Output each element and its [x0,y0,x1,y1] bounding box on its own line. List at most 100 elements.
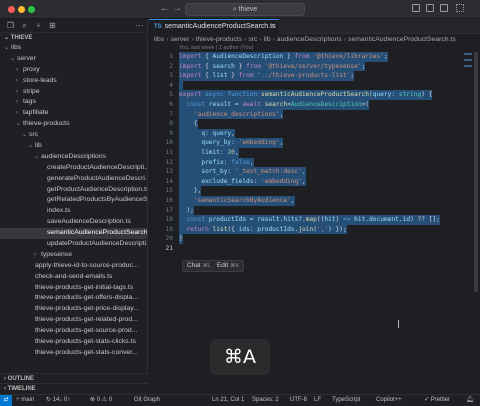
tree-item[interactable]: thieve-products-get-stats-clicks.ts [0,337,147,348]
code-line: 3 import { list } from '../thieve-product… [169,71,355,81]
tree-item[interactable]: thieve-products-get-offers-displa... [0,293,147,304]
code-line: 21 [165,244,173,252]
tab-label: semanticAudienceProductSearch.ts [164,23,276,30]
notifications-icon[interactable]: 🔔︎ [466,395,474,406]
indentation-status[interactable]: Spaces: 2 [252,395,279,406]
code-editor[interactable]: 1 import { AudienceDescription } from '@t… [149,52,480,253]
code-line: 10 query_by: 'embedding', [165,138,284,148]
breadcrumb-item[interactable]: lib [264,36,271,43]
breadcrumb-item[interactable]: src [248,36,257,43]
tree-item[interactable]: index.ts [0,206,147,217]
tree-item[interactable]: ⌄ lib [0,141,147,152]
tree-item-label: stripe [23,87,40,95]
prettier-status[interactable]: ✓ Prettier [424,395,450,406]
explorer-header[interactable]: ⌄ THIEVE [0,33,147,43]
remote-indicator-icon[interactable]: ⇄ [0,395,12,406]
minimize-window-button[interactable] [18,6,25,13]
chevron-right-icon: › [343,36,347,43]
tree-item[interactable]: ⌄ thieve-products [0,119,147,130]
git-graph-button[interactable]: Git Graph [134,395,160,406]
chat-shortcut: ⌘L [202,263,212,269]
breadcrumb-item[interactable]: thieve-products [196,36,242,43]
close-icon[interactable]: × [271,20,275,34]
search-icon[interactable]: ⌕ [20,21,29,30]
tree-item-label: proxy [23,65,40,73]
tree-item[interactable]: check-and-send-emails.ts [0,272,147,283]
tree-item-label: semanticAudienceProductSearch... [47,229,147,237]
toggle-panel-icon[interactable] [426,4,434,12]
extensions-icon[interactable]: ⊞ [48,21,57,30]
vertical-scrollbar[interactable] [474,52,478,292]
outline-section[interactable]: › OUTLINE [0,373,148,383]
tree-item-label: createProductAudienceDescripti... [47,163,147,171]
code-line: 2 import { search } from '@thieve/server/… [169,61,366,72]
branch-status[interactable]: ⑂ main [16,395,34,406]
back-arrow-icon[interactable]: ← [160,3,170,14]
files-icon[interactable]: ❐ [6,21,15,30]
breadcrumb-item[interactable]: libs [154,36,164,43]
tree-item-label: apply-thieve-id-to-source-produc... [35,261,139,269]
tree-item[interactable]: ⌄ src [0,130,147,141]
tree-item[interactable]: semanticAudienceProductSearch... [0,228,147,240]
inline-chat-hint[interactable]: Chat ⌘L Edit ⌘K [182,260,244,272]
tree-item[interactable]: ⌄ audienceDescriptions [0,152,147,163]
tree-item-label: thieve-products-get-stats-clicks.ts [35,338,136,346]
tree-item[interactable]: thieve-products-get-source-prod... [0,326,147,337]
timeline-section[interactable]: › TIMELINE [0,383,148,393]
tree-item[interactable]: › stripe [0,87,147,98]
tab-semantic-audience-product-search[interactable]: TS semanticAudienceProductSearch.ts × [149,19,279,34]
tree-item[interactable]: › store-leads [0,76,147,87]
tree-item[interactable]: thieve-products-get-price-display... [0,304,147,315]
chevron-right-icon: › [16,77,18,84]
tree-item[interactable]: › proxy [0,65,147,76]
tree-item-label: libs [11,44,22,51]
tree-item[interactable]: getProductAudienceDescription.ts [0,185,147,196]
customize-layout-icon[interactable] [456,4,464,12]
tree-item-label: store-leads [23,76,57,84]
tree-item-label: lib [35,142,42,150]
language-mode[interactable]: TypeScript [332,395,360,406]
tree-item[interactable]: getRelatedProductsByAudienceS... [0,195,147,206]
toggle-primary-sidebar-icon[interactable] [412,4,420,12]
close-window-button[interactable] [8,6,15,13]
tree-item[interactable]: › typesense [0,250,147,261]
code-line: 11 limit: 20, [165,147,239,158]
breadcrumb-item[interactable]: audienceDescriptions [277,36,342,43]
encoding-status[interactable]: UTF-8 [290,395,307,406]
tree-item[interactable]: thieve-products-get-related-prod... [0,315,147,326]
breadcrumb-item[interactable]: semanticAudienceProductSearch.ts [348,36,456,43]
tree-item-label: updateProductAudienceDescripti... [47,240,147,248]
tree-item[interactable]: generateProductAudienceDescri... [0,174,147,185]
tree-item[interactable]: createProductAudienceDescripti... [0,163,147,174]
chevron-right-icon: › [16,99,18,106]
status-bar: ⇄ ⑂ main ↻ 14↓ 0↑ ⊗ 0 ⚠ 0 Git Graph Ln 2… [0,394,480,406]
code-line: 15 }, [165,186,202,196]
tree-item-label: check-and-send-emails.ts [35,272,113,280]
tree-item[interactable]: › tags [0,97,147,108]
tree-item[interactable]: thieve-products-get-stats-conver... [0,348,147,359]
problems-status[interactable]: ⊗ 0 ⚠ 0 [90,395,112,406]
more-actions-icon[interactable]: ⋯ [135,21,144,30]
tree-item[interactable]: updateProductAudienceDescripti... [0,239,147,250]
tree-item[interactable]: ⌄ libs [0,43,147,54]
tree-item[interactable]: thieve-products-get-initial-tags.ts [0,283,147,294]
tree-item-label: thieve-products-get-source-prod... [35,327,138,335]
forward-arrow-icon[interactable]: → [172,3,182,14]
minimap-mark [464,53,472,55]
copilot-status[interactable]: Copilot++ [376,395,402,406]
eol-status[interactable]: LF [314,395,321,406]
cursor-position[interactable]: Ln 21, Col 1 [212,395,244,406]
zoom-window-button[interactable] [28,6,35,13]
sync-status[interactable]: ↻ 14↓ 0↑ [46,395,70,406]
tree-item[interactable]: saveAudienceDescription.ts [0,217,147,228]
breadcrumb-item[interactable]: server [170,36,189,43]
source-control-icon[interactable]: ⑂ [34,21,43,30]
toggle-secondary-sidebar-icon[interactable] [440,4,448,12]
tree-item[interactable]: ⌄ server [0,54,147,65]
command-center-search[interactable]: ⌕ thieve [185,3,305,16]
chat-hint-label[interactable]: Chat [187,262,201,269]
file-tree: ⌄ libs ⌄ server › proxy › store-leads › stripe › ta… [0,43,147,359]
edit-hint-label[interactable]: Edit [217,262,228,269]
tree-item[interactable]: › tapfiliate [0,108,147,119]
tree-item[interactable]: apply-thieve-id-to-source-produc... [0,261,147,272]
